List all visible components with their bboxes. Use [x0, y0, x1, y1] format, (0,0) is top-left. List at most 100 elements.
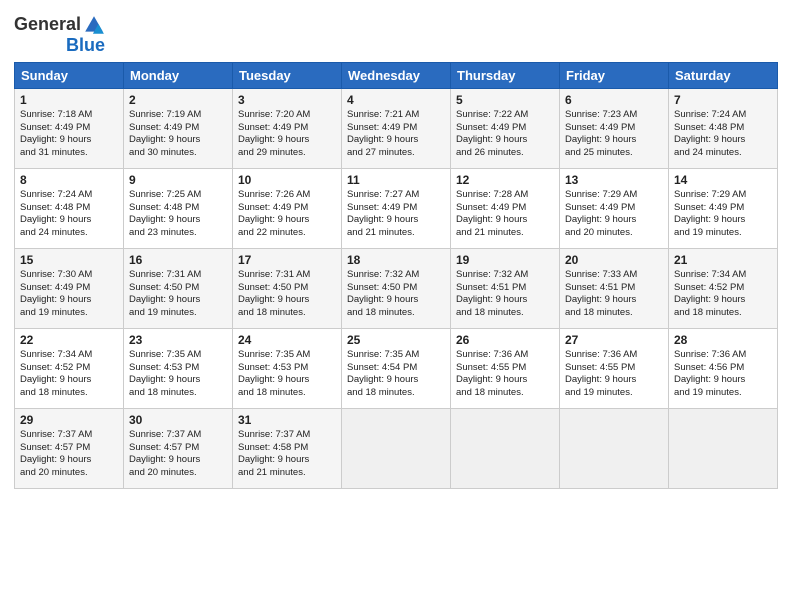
weekday-header-sunday: Sunday	[15, 62, 124, 88]
logo-blue: Blue	[66, 36, 105, 56]
cell-text: Sunrise: 7:34 AMSunset: 4:52 PMDaylight:…	[20, 349, 118, 400]
weekday-header-monday: Monday	[124, 62, 233, 88]
calendar-cell: 21 Sunrise: 7:34 AMSunset: 4:52 PMDayligh…	[669, 248, 778, 328]
cell-text: Sunrise: 7:19 AMSunset: 4:49 PMDaylight:…	[129, 109, 227, 160]
weekday-header-wednesday: Wednesday	[342, 62, 451, 88]
calendar-cell: 2 Sunrise: 7:19 AMSunset: 4:49 PMDaylight…	[124, 88, 233, 168]
cell-text: Sunrise: 7:35 AMSunset: 4:54 PMDaylight:…	[347, 349, 445, 400]
cell-text: Sunrise: 7:31 AMSunset: 4:50 PMDaylight:…	[238, 269, 336, 320]
cell-text: Sunrise: 7:26 AMSunset: 4:49 PMDaylight:…	[238, 189, 336, 240]
calendar-cell	[560, 408, 669, 488]
calendar-cell	[669, 408, 778, 488]
day-number: 17	[238, 253, 336, 267]
calendar-cell: 20 Sunrise: 7:33 AMSunset: 4:51 PMDayligh…	[560, 248, 669, 328]
day-number: 8	[20, 173, 118, 187]
calendar-cell: 17 Sunrise: 7:31 AMSunset: 4:50 PMDayligh…	[233, 248, 342, 328]
cell-text: Sunrise: 7:35 AMSunset: 4:53 PMDaylight:…	[129, 349, 227, 400]
cell-text: Sunrise: 7:30 AMSunset: 4:49 PMDaylight:…	[20, 269, 118, 320]
calendar-cell: 26 Sunrise: 7:36 AMSunset: 4:55 PMDayligh…	[451, 328, 560, 408]
cell-text: Sunrise: 7:18 AMSunset: 4:49 PMDaylight:…	[20, 109, 118, 160]
calendar-cell: 13 Sunrise: 7:29 AMSunset: 4:49 PMDayligh…	[560, 168, 669, 248]
day-number: 14	[674, 173, 772, 187]
day-number: 7	[674, 93, 772, 107]
calendar-cell: 9Sunrise: 7:25 AMSunset: 4:48 PMDaylight…	[124, 168, 233, 248]
day-number: 26	[456, 333, 554, 347]
cell-text: Sunrise: 7:29 AMSunset: 4:49 PMDaylight:…	[565, 189, 663, 240]
cell-text: Sunrise: 7:34 AMSunset: 4:52 PMDaylight:…	[674, 269, 772, 320]
cell-text: Sunrise: 7:36 AMSunset: 4:55 PMDaylight:…	[565, 349, 663, 400]
calendar-cell: 27Sunrise: 7:36 AMSunset: 4:55 PMDayligh…	[560, 328, 669, 408]
logo-general: General	[14, 15, 81, 35]
day-number: 5	[456, 93, 554, 107]
day-number: 21	[674, 253, 772, 267]
weekday-header-thursday: Thursday	[451, 62, 560, 88]
day-number: 15	[20, 253, 118, 267]
day-number: 25	[347, 333, 445, 347]
day-number: 20	[565, 253, 663, 267]
day-number: 30	[129, 413, 227, 427]
cell-text: Sunrise: 7:37 AMSunset: 4:57 PMDaylight:…	[129, 429, 227, 480]
calendar-cell: 30 Sunrise: 7:37 AMSunset: 4:57 PMDayligh…	[124, 408, 233, 488]
day-number: 28	[674, 333, 772, 347]
day-number: 13	[565, 173, 663, 187]
weekday-header-friday: Friday	[560, 62, 669, 88]
day-number: 31	[238, 413, 336, 427]
calendar-cell: 8 Sunrise: 7:24 AMSunset: 4:48 PMDaylight…	[15, 168, 124, 248]
calendar-cell: 23 Sunrise: 7:35 AMSunset: 4:53 PMDayligh…	[124, 328, 233, 408]
calendar-cell: 14 Sunrise: 7:29 AMSunset: 4:49 PMDayligh…	[669, 168, 778, 248]
day-number: 1	[20, 93, 118, 107]
cell-text: Sunrise: 7:37 AMSunset: 4:57 PMDaylight:…	[20, 429, 118, 480]
day-number: 23	[129, 333, 227, 347]
page: General Blue SundayMondayTuesdayWednesda…	[0, 0, 792, 612]
calendar-cell: 10 Sunrise: 7:26 AMSunset: 4:49 PMDayligh…	[233, 168, 342, 248]
day-number: 24	[238, 333, 336, 347]
cell-text: Sunrise: 7:35 AMSunset: 4:53 PMDaylight:…	[238, 349, 336, 400]
cell-text: Sunrise: 7:33 AMSunset: 4:51 PMDaylight:…	[565, 269, 663, 320]
cell-text: Sunrise: 7:27 AMSunset: 4:49 PMDaylight:…	[347, 189, 445, 240]
cell-text: Sunrise: 7:28 AMSunset: 4:49 PMDaylight:…	[456, 189, 554, 240]
day-number: 12	[456, 173, 554, 187]
weekday-header-tuesday: Tuesday	[233, 62, 342, 88]
calendar-cell: 22 Sunrise: 7:34 AMSunset: 4:52 PMDayligh…	[15, 328, 124, 408]
calendar-cell: 24 Sunrise: 7:35 AMSunset: 4:53 PMDayligh…	[233, 328, 342, 408]
calendar-cell: 11 Sunrise: 7:27 AMSunset: 4:49 PMDayligh…	[342, 168, 451, 248]
day-number: 29	[20, 413, 118, 427]
weekday-header-saturday: Saturday	[669, 62, 778, 88]
logo: General Blue	[14, 14, 105, 56]
cell-text: Sunrise: 7:31 AMSunset: 4:50 PMDaylight:…	[129, 269, 227, 320]
calendar-cell: 18Sunrise: 7:32 AMSunset: 4:50 PMDayligh…	[342, 248, 451, 328]
cell-text: Sunrise: 7:29 AMSunset: 4:49 PMDaylight:…	[674, 189, 772, 240]
cell-text: Sunrise: 7:36 AMSunset: 4:55 PMDaylight:…	[456, 349, 554, 400]
day-number: 3	[238, 93, 336, 107]
calendar-cell: 28 Sunrise: 7:36 AMSunset: 4:56 PMDayligh…	[669, 328, 778, 408]
cell-text: Sunrise: 7:24 AMSunset: 4:48 PMDaylight:…	[20, 189, 118, 240]
calendar-cell: 7 Sunrise: 7:24 AMSunset: 4:48 PMDaylight…	[669, 88, 778, 168]
day-number: 19	[456, 253, 554, 267]
cell-text: Sunrise: 7:32 AMSunset: 4:51 PMDaylight:…	[456, 269, 554, 320]
cell-text: Sunrise: 7:37 AMSunset: 4:58 PMDaylight:…	[238, 429, 336, 480]
cell-text: Sunrise: 7:23 AMSunset: 4:49 PMDaylight:…	[565, 109, 663, 160]
calendar-cell: 31 Sunrise: 7:37 AMSunset: 4:58 PMDayligh…	[233, 408, 342, 488]
day-number: 9	[129, 173, 227, 187]
calendar-cell: 19 Sunrise: 7:32 AMSunset: 4:51 PMDayligh…	[451, 248, 560, 328]
day-number: 10	[238, 173, 336, 187]
calendar-cell	[342, 408, 451, 488]
calendar-cell: 16 Sunrise: 7:31 AMSunset: 4:50 PMDayligh…	[124, 248, 233, 328]
calendar-cell	[451, 408, 560, 488]
calendar-cell: 3 Sunrise: 7:20 AMSunset: 4:49 PMDaylight…	[233, 88, 342, 168]
cell-text: Sunrise: 7:36 AMSunset: 4:56 PMDaylight:…	[674, 349, 772, 400]
cell-text: Sunrise: 7:24 AMSunset: 4:48 PMDaylight:…	[674, 109, 772, 160]
calendar-cell: 12 Sunrise: 7:28 AMSunset: 4:49 PMDayligh…	[451, 168, 560, 248]
cell-text: Sunrise: 7:22 AMSunset: 4:49 PMDaylight:…	[456, 109, 554, 160]
cell-text: Sunrise: 7:20 AMSunset: 4:49 PMDaylight:…	[238, 109, 336, 160]
day-number: 16	[129, 253, 227, 267]
calendar-cell: 25 Sunrise: 7:35 AMSunset: 4:54 PMDayligh…	[342, 328, 451, 408]
day-number: 22	[20, 333, 118, 347]
calendar-cell: 15 Sunrise: 7:30 AMSunset: 4:49 PMDayligh…	[15, 248, 124, 328]
day-number: 11	[347, 173, 445, 187]
calendar-cell: 6Sunrise: 7:23 AMSunset: 4:49 PMDaylight…	[560, 88, 669, 168]
calendar-cell: 4Sunrise: 7:21 AMSunset: 4:49 PMDaylight…	[342, 88, 451, 168]
day-number: 2	[129, 93, 227, 107]
calendar-table: SundayMondayTuesdayWednesdayThursdayFrid…	[14, 62, 778, 489]
cell-text: Sunrise: 7:32 AMSunset: 4:50 PMDaylight:…	[347, 269, 445, 320]
